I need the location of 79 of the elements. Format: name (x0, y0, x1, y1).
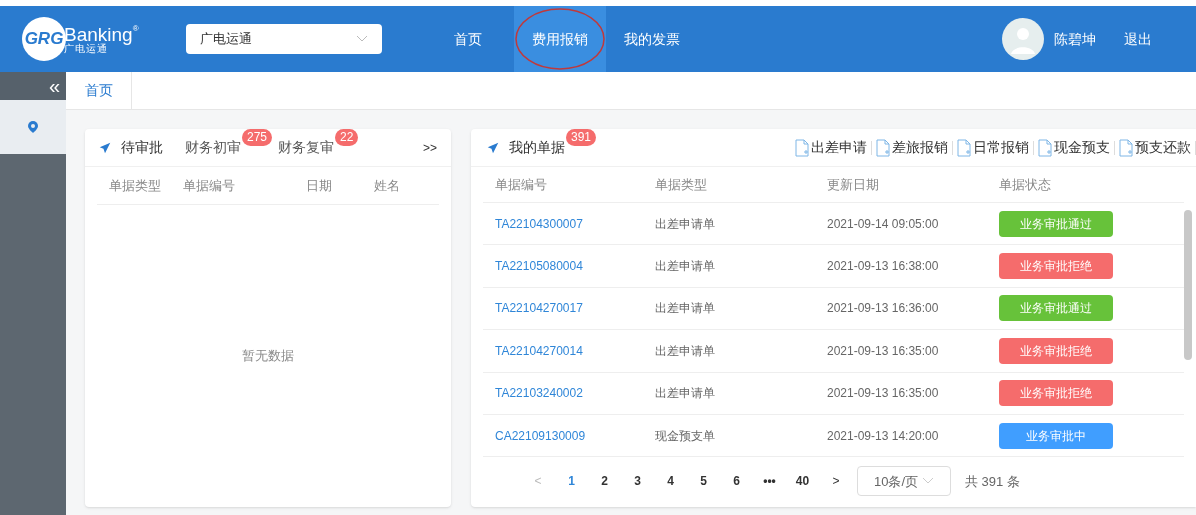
page-button[interactable]: 3 (621, 472, 654, 491)
create-document-button[interactable]: 差旅报销 (872, 137, 952, 158)
document-number-link[interactable]: TA22104270014 (483, 341, 655, 360)
table-cell-text: 2021-09-14 09:05:00 (827, 215, 940, 233)
count-badge: 275 (242, 129, 273, 146)
create-document-button[interactable]: 预支还款 (1115, 137, 1195, 158)
chevron-down-icon (356, 35, 368, 43)
table-cell-text: 出差申请单 (655, 342, 716, 360)
table-cell-text: 2021-09-13 16:35:00 (827, 342, 940, 360)
column-header: 单据类型 (655, 175, 708, 194)
add-document-icon (795, 138, 809, 157)
table-cell-text: 出差申请单 (655, 215, 716, 233)
card-title: 待审批 (121, 138, 163, 157)
status-tag: 业务审批中 (999, 422, 1113, 449)
avatar-icon (1002, 18, 1044, 60)
status-tag: 业务审批拒绝 (999, 380, 1113, 407)
create-document-button[interactable]: 出差申请 (791, 137, 871, 158)
document-number-link[interactable]: TA22105080004 (483, 257, 655, 276)
status-tag: 业务审批通过 (999, 210, 1113, 237)
sidebar-item[interactable] (0, 100, 66, 154)
location-pin-icon (27, 120, 39, 134)
status-tag: 业务审批通过 (999, 295, 1113, 322)
page-button[interactable]: ••• (753, 472, 786, 491)
document-number-link[interactable]: TA22104270017 (483, 299, 655, 318)
company-select[interactable]: 广电运通 (186, 24, 382, 54)
registered-mark: ® (132, 24, 139, 33)
status-tag: 业务审批拒绝 (999, 253, 1113, 280)
page-button[interactable]: 6 (720, 472, 753, 491)
status-tag: 业务审批拒绝 (999, 337, 1113, 364)
column-header: 单据类型 (108, 176, 162, 195)
chevron-down-icon (922, 477, 934, 486)
count-badge: 391 (566, 129, 597, 146)
table-cell-text: 2021-09-13 16:36:00 (827, 300, 940, 318)
create-document-button[interactable]: 现金预支 (1034, 137, 1114, 158)
table-cell-text: 2021-09-13 14:20:00 (827, 427, 940, 445)
add-document-icon (876, 138, 890, 157)
paper-plane-icon (487, 141, 499, 154)
table-cell-text: 出差申请单 (655, 385, 716, 403)
column-header: 更新日期 (827, 175, 880, 194)
add-document-icon (1119, 138, 1133, 157)
page-size-select[interactable]: 10条/页 (857, 466, 951, 497)
table-cell-text: 出差申请单 (655, 258, 716, 276)
page-button[interactable]: 1 (555, 472, 588, 491)
page-button[interactable]: 2 (588, 472, 621, 491)
nav-tab[interactable]: 我的发票 (606, 6, 698, 72)
document-number-link[interactable]: CA22109130009 (483, 426, 655, 445)
scrollbar[interactable] (1184, 210, 1192, 360)
document-number-link[interactable]: TA22104300007 (483, 214, 655, 233)
user-name: 陈碧坤 (1054, 29, 1096, 49)
next-page-button[interactable]: > (819, 472, 853, 491)
table-cell-text: 2021-09-13 16:38:00 (827, 258, 940, 276)
collapse-button[interactable]: « (0, 72, 66, 100)
more-link[interactable]: >> (423, 138, 437, 157)
table-cell-text: 出差申请单 (655, 300, 716, 318)
column-header: 单据编号 (182, 176, 236, 195)
review-tab[interactable]: 财务初审 (185, 137, 241, 158)
review-tab[interactable]: 财务复审 (278, 137, 335, 158)
page-button[interactable]: 5 (687, 472, 720, 491)
card-title: 我的单据 (509, 138, 565, 157)
page-button[interactable]: 4 (654, 472, 687, 491)
empty-message: 暂无数据 (242, 347, 294, 366)
logo-subtitle: 广电运通 (64, 43, 108, 54)
page-button[interactable]: 40 (786, 472, 819, 491)
table-cell-text: 现金预支单 (655, 427, 716, 445)
add-document-icon (957, 138, 971, 157)
column-header: 单据状态 (999, 175, 1052, 194)
column-header: 姓名 (373, 176, 401, 195)
add-document-icon (1038, 138, 1052, 157)
paper-plane-icon (99, 141, 111, 154)
table-cell-text: 2021-09-13 16:35:00 (827, 385, 940, 403)
column-header: 单据编号 (494, 175, 548, 194)
logout-link[interactable]: 退出 (1124, 28, 1152, 50)
logo-word: Banking (64, 24, 133, 44)
document-number-link[interactable]: TA22103240002 (483, 384, 655, 403)
count-badge: 22 (335, 129, 359, 146)
column-header: 日期 (305, 176, 333, 195)
nav-tab[interactable]: 首页 (422, 6, 514, 72)
total-count: 共 391 条 (965, 472, 1020, 491)
create-document-button[interactable]: 日常报销 (953, 137, 1033, 158)
